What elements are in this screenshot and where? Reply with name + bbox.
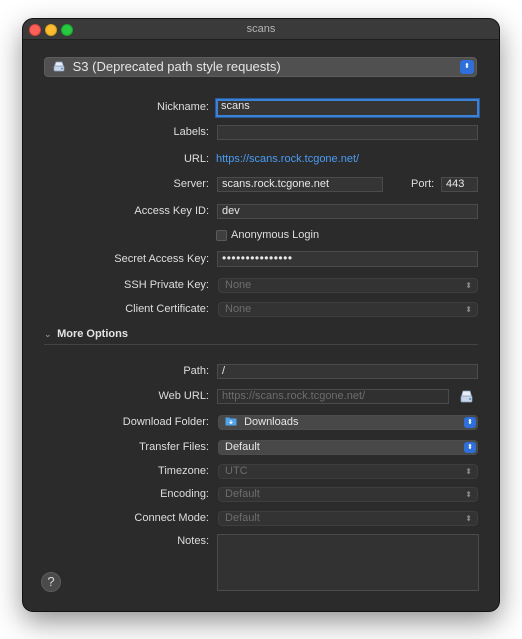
url-link[interactable]: https://scans.rock.tcgone.net/ [216, 153, 359, 165]
window-title: scans [246, 23, 276, 35]
labels-field[interactable] [217, 125, 478, 140]
path-field[interactable]: / [217, 364, 478, 379]
secret-access-key-label: Secret Access Key: [114, 253, 209, 265]
timezone-label: Timezone: [158, 465, 209, 477]
popup-chevron-icon: ⬍ [465, 514, 472, 523]
notes-label: Notes: [177, 535, 209, 547]
protocol-popup[interactable]: S3 (Deprecated path style requests) ⬍ [44, 57, 477, 77]
server-label: Server: [173, 178, 209, 190]
secret-access-key-field[interactable]: ••••••••••••••• [217, 251, 478, 267]
more-options-divider [44, 344, 478, 345]
more-options-header: More Options [57, 328, 128, 340]
bookmark-window: scans S3 (Deprecated path style requests… [23, 19, 499, 611]
popup-chevron-icon: ⬍ [465, 305, 472, 314]
transfer-files-popup[interactable]: Default ⬍ [218, 440, 478, 455]
connect-mode-label: Connect Mode: [134, 512, 209, 524]
download-folder-label: Download Folder: [122, 416, 209, 428]
popup-chevron-icon: ⬍ [464, 442, 476, 453]
anonymous-login-checkbox[interactable] [216, 230, 227, 241]
chevron-down-icon: ⌄ [44, 329, 52, 339]
connect-mode-value: Default [225, 512, 260, 524]
downloads-folder-icon [225, 416, 237, 426]
port-label: Port: [411, 178, 435, 190]
anonymous-login-label: Anonymous Login [231, 229, 320, 241]
web-url-open-icon[interactable] [460, 389, 473, 406]
nickname-label: Nickname: [157, 101, 209, 113]
path-label: Path: [183, 365, 209, 377]
drive-icon [53, 59, 65, 72]
popup-chevron-icon: ⬍ [465, 281, 472, 290]
popup-chevron-icon: ⬍ [465, 467, 472, 476]
download-folder-popup[interactable]: Downloads ⬍ [218, 415, 478, 430]
ssh-private-key-value: None [225, 279, 252, 291]
access-key-id-label: Access Key ID: [134, 205, 209, 217]
nickname-field[interactable]: scans [216, 99, 479, 117]
ssh-private-key-label: SSH Private Key: [124, 279, 209, 291]
client-certificate-popup[interactable]: None ⬍ [218, 302, 478, 317]
web-url-label: Web URL: [158, 390, 209, 402]
more-options-disclosure[interactable]: ⌄ More Options [44, 328, 128, 340]
client-certificate-value: None [225, 303, 252, 315]
client-certificate-label: Client Certificate: [125, 303, 209, 315]
protocol-popup-label: S3 (Deprecated path style requests) [72, 59, 281, 74]
help-button[interactable]: ? [41, 572, 61, 592]
labels-label: Labels: [173, 126, 209, 138]
access-key-id-field[interactable]: dev [217, 204, 478, 219]
server-field[interactable]: scans.rock.tcgone.net [217, 177, 383, 192]
timezone-value: UTC [225, 465, 248, 477]
transfer-files-label: Transfer Files: [139, 441, 209, 453]
popup-chevron-icon: ⬍ [465, 490, 472, 499]
encoding-value: Default [225, 488, 260, 500]
popup-chevron-icon: ⬍ [460, 60, 474, 74]
encoding-label: Encoding: [160, 488, 209, 500]
title-bar: scans [23, 19, 499, 40]
timezone-popup[interactable]: UTC ⬍ [218, 464, 478, 479]
transfer-files-value: Default [225, 441, 260, 453]
download-folder-value: Downloads [244, 416, 299, 428]
encoding-popup[interactable]: Default ⬍ [218, 487, 478, 502]
popup-chevron-icon: ⬍ [464, 417, 476, 428]
notes-textarea[interactable] [217, 534, 479, 591]
port-field[interactable]: 443 [441, 177, 478, 192]
web-url-field[interactable]: https://scans.rock.tcgone.net/ [217, 389, 449, 404]
url-label: URL: [183, 153, 209, 165]
ssh-private-key-popup[interactable]: None ⬍ [218, 278, 478, 293]
connect-mode-popup[interactable]: Default ⬍ [218, 511, 478, 526]
